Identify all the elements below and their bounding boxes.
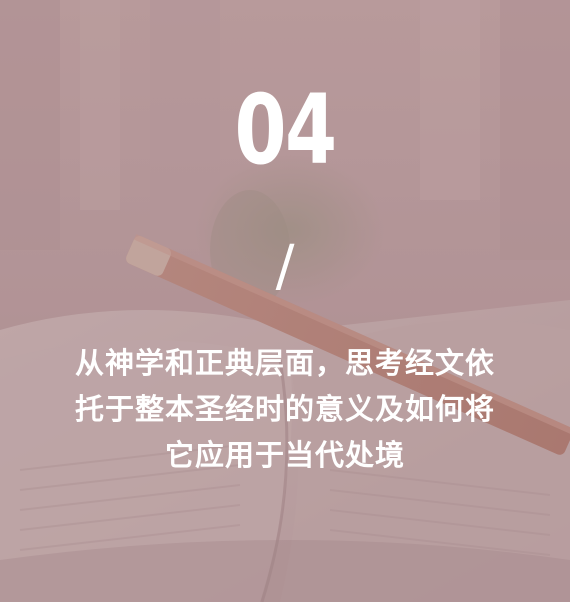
feature-card: 04 / 从神学和正典层面，思考经文依 托于整本圣经时的意义及如何将 它应用于当… <box>0 0 570 602</box>
separator-slash: / <box>275 234 295 299</box>
caption-line-3: 它应用于当代处境 <box>164 438 405 472</box>
caption-line-1: 从神学和正典层面，思考经文依 <box>74 346 495 380</box>
section-number: 04 <box>234 74 337 186</box>
caption-text: 从神学和正典层面，思考经文依 托于整本圣经时的意义及如何将 它应用于当代处境 <box>40 340 530 478</box>
caption-line-2: 托于整本圣经时的意义及如何将 <box>74 392 495 426</box>
